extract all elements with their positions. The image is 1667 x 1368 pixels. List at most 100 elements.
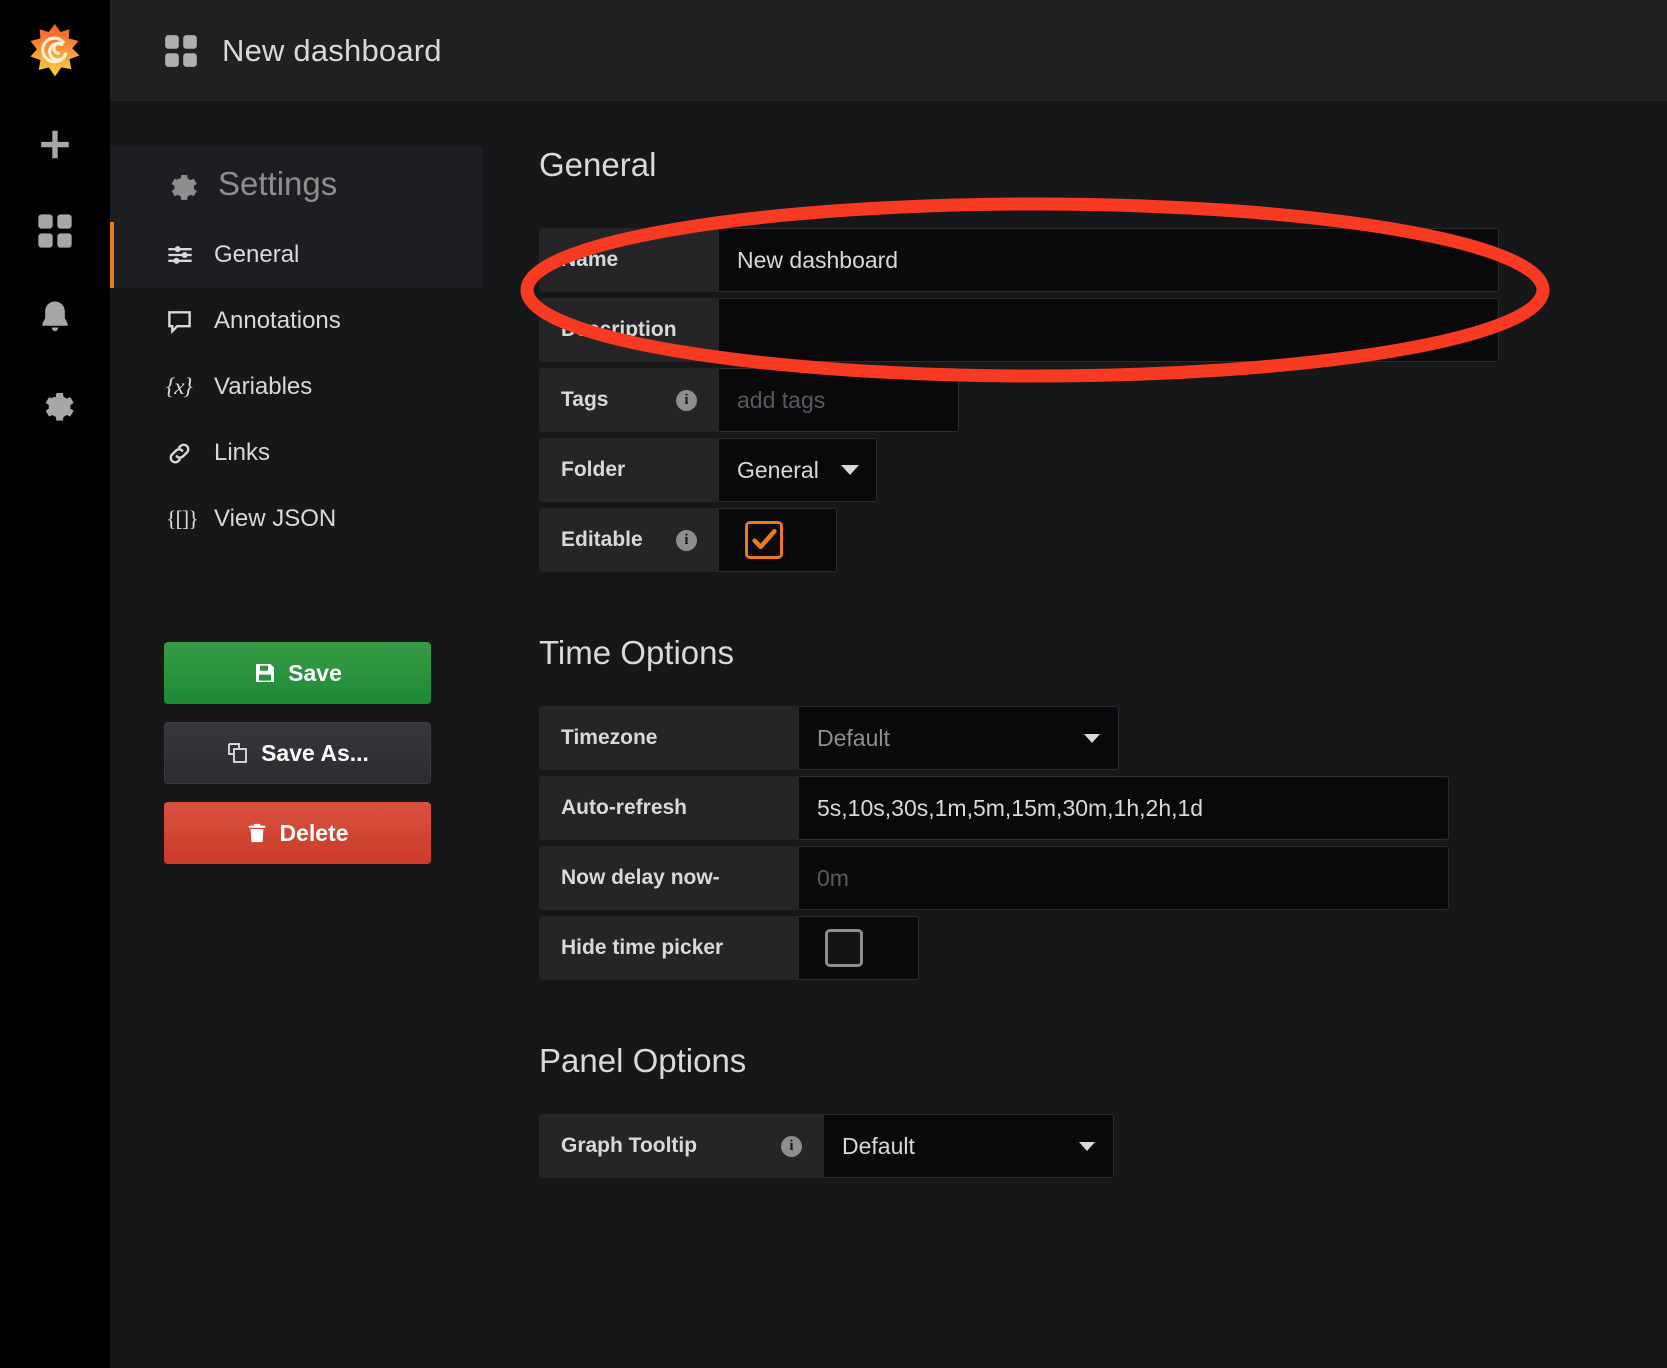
panel-options-heading: Panel Options [539, 1042, 747, 1079]
chevron-down-icon [1079, 1141, 1095, 1151]
braces-x-icon: {x} [166, 374, 193, 399]
dashboards-grid-icon [38, 214, 72, 248]
chevron-down-icon [840, 465, 859, 475]
timezone-label-text: Timezone [561, 726, 658, 749]
app-content: New dashboard Settings General Annotatio… [110, 0, 1667, 1368]
page-title: New dashboard [222, 32, 442, 68]
folder-field-row: Folder General [539, 438, 1667, 502]
tags-label: Tags i [539, 368, 719, 432]
tags-label-text: Tags [561, 388, 609, 411]
folder-select-value: General [737, 456, 819, 483]
settings-nav-list: General Annotations {x} Variables Links … [110, 222, 483, 552]
comment-icon [166, 308, 200, 335]
trash-icon [246, 822, 268, 844]
checkbox-checked-icon [745, 521, 783, 559]
nav-item-create[interactable] [0, 102, 110, 188]
grafana-app: New dashboard Settings General Annotatio… [0, 0, 1667, 1368]
sidebar-item-general[interactable]: General [110, 222, 483, 288]
timezone-field-row: Timezone Default [539, 706, 1667, 770]
sidebar-item-label: Links [214, 439, 271, 466]
nav-item-alerting[interactable] [0, 274, 110, 360]
timezone-label: Timezone [539, 706, 799, 770]
settings-sidebar: Settings General Annotations {x} Variabl… [110, 102, 483, 1368]
sidebar-item-variables[interactable]: {x} Variables [110, 354, 483, 420]
hide-time-picker-checkbox[interactable] [799, 916, 919, 980]
auto-refresh-field-row: Auto-refresh 5s,10s,30s,1m,5m,15m,30m,1h… [539, 776, 1667, 840]
folder-label-text: Folder [561, 458, 626, 481]
time-options-heading: Time Options [539, 634, 735, 671]
now-delay-input[interactable]: 0m [799, 846, 1449, 910]
editable-label: Editable i [539, 508, 719, 572]
tags-field-row: Tags i add tags [539, 368, 1667, 432]
folder-select[interactable]: General [719, 438, 877, 502]
graph-tooltip-field-row: Graph Tooltip i Default [539, 1114, 1667, 1178]
info-icon[interactable]: i [676, 529, 697, 551]
settings-heading: Settings [110, 146, 483, 222]
graph-tooltip-select-value: Default [842, 1132, 915, 1159]
braces-brackets-icon: {[]} [166, 506, 199, 531]
now-delay-label-text: Now delay now- [561, 866, 720, 889]
gear-icon [162, 166, 198, 202]
editable-checkbox[interactable] [719, 508, 837, 572]
checkbox-unchecked-icon [825, 929, 863, 967]
hide-time-picker-label-text: Hide time picker [561, 936, 724, 959]
description-field-row: Description [539, 298, 1667, 362]
folder-label: Folder [539, 438, 719, 502]
save-as-button[interactable]: Save As... [164, 722, 431, 784]
nav-item-dashboards[interactable] [0, 188, 110, 274]
grafana-logo-icon [30, 23, 80, 77]
info-icon[interactable]: i [676, 389, 697, 411]
nav-item-configuration[interactable] [0, 360, 110, 446]
name-input[interactable]: New dashboard [719, 228, 1499, 292]
save-button-label: Save [288, 659, 342, 686]
bell-icon [42, 301, 68, 332]
description-label: Description [539, 298, 719, 362]
sidebar-item-links[interactable]: Links [110, 420, 483, 486]
hide-time-picker-field-row: Hide time picker [539, 916, 1667, 980]
timezone-select[interactable]: Default [799, 706, 1119, 770]
name-field-row: Name New dashboard [539, 228, 1667, 292]
plus-icon [41, 130, 69, 159]
sliders-icon [166, 241, 200, 269]
editable-field-row: Editable i [539, 508, 1667, 572]
settings-title: Settings [218, 165, 338, 202]
name-label-text: Name [561, 248, 619, 271]
name-label: Name [539, 228, 719, 292]
info-icon[interactable]: i [781, 1135, 802, 1157]
sidebar-item-view-json[interactable]: {[]} View JSON [110, 486, 483, 552]
link-icon [166, 440, 200, 467]
body: Settings General Annotations {x} Variabl… [110, 102, 1667, 1368]
sidebar-item-label: View JSON [214, 505, 337, 532]
sidebar-item-annotations[interactable]: Annotations [110, 288, 483, 354]
auto-refresh-label-text: Auto-refresh [561, 796, 688, 819]
save-as-button-label: Save As... [261, 739, 369, 766]
save-button[interactable]: Save [164, 642, 431, 704]
tags-input[interactable]: add tags [719, 368, 959, 432]
sidebar-item-label: Annotations [214, 307, 341, 334]
dashboard-grid-icon [162, 32, 200, 70]
delete-button-label: Delete [279, 819, 349, 846]
graph-tooltip-label-text: Graph Tooltip [561, 1134, 698, 1157]
graph-tooltip-select[interactable]: Default [824, 1114, 1114, 1178]
floppy-disk-icon [253, 661, 277, 685]
chevron-down-icon [1084, 733, 1100, 743]
timezone-select-value: Default [817, 724, 890, 751]
now-delay-field-row: Now delay now- 0m [539, 846, 1667, 910]
settings-general-pane: General Name New dashboard Description T [483, 102, 1667, 1368]
hide-time-picker-label: Hide time picker [539, 916, 799, 980]
sidebar-actions: Save Save As... Delete [110, 642, 483, 864]
auto-refresh-label: Auto-refresh [539, 776, 799, 840]
sidebar-item-label: General [214, 241, 300, 268]
description-label-text: Description [561, 318, 677, 341]
primary-nav-rail [0, 0, 110, 1368]
auto-refresh-input[interactable]: 5s,10s,30s,1m,5m,15m,30m,1h,2h,1d [799, 776, 1449, 840]
sidebar-item-label: Variables [214, 373, 313, 400]
grafana-logo[interactable] [0, 0, 110, 102]
editable-label-text: Editable [561, 528, 643, 551]
copy-icon [226, 741, 250, 765]
general-heading: General [539, 146, 657, 183]
graph-tooltip-label: Graph Tooltip i [539, 1114, 824, 1178]
gear-icon [45, 393, 74, 421]
description-input[interactable] [719, 298, 1499, 362]
delete-button[interactable]: Delete [164, 802, 431, 864]
